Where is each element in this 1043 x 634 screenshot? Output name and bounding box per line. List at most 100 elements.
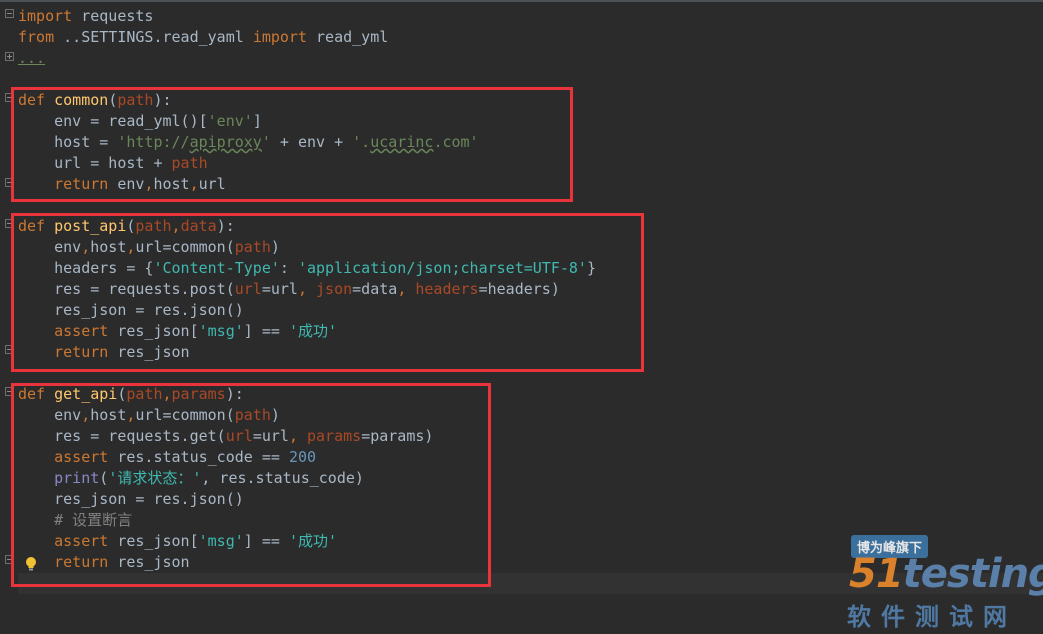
code-line-1[interactable]: import requests: [18, 6, 1043, 27]
code-text: host: [90, 238, 127, 256]
code-text: res = requests.post(: [18, 280, 235, 298]
code-text: ,: [162, 385, 172, 403]
code-text: url = host +: [18, 154, 172, 172]
code-text: ):: [153, 91, 172, 109]
watermark-brand-part: ing: [987, 551, 1043, 597]
code-line-18[interactable]: [18, 363, 1043, 384]
fold-marker-icon[interactable]: [5, 93, 14, 102]
code-text: res = requests.get(: [18, 427, 226, 445]
fold-marker-icon[interactable]: [5, 9, 14, 18]
code-line-4[interactable]: [18, 69, 1043, 90]
code-line-10[interactable]: [18, 195, 1043, 216]
keyword: assert: [54, 322, 109, 340]
code-text: + env +: [270, 133, 353, 151]
param-name: path: [117, 91, 154, 109]
string-literal: 'http://: [117, 133, 190, 151]
code-editor[interactable]: import requests from ..SETTINGS.read_yam…: [18, 6, 1043, 594]
param-name: params: [171, 385, 226, 403]
string-literal: '成功': [288, 322, 337, 340]
code-text: ,: [297, 280, 317, 298]
code-line-21[interactable]: res = requests.get(url=url, params=param…: [18, 426, 1043, 447]
string-literal: .com': [433, 133, 479, 151]
code-line-14[interactable]: res = requests.post(url=url, json=data, …: [18, 279, 1043, 300]
builtin-function: print: [54, 469, 100, 487]
code-line-11[interactable]: def post_api(path,data):: [18, 216, 1043, 237]
keyword: assert: [54, 448, 109, 466]
code-line-12[interactable]: env,host,url=common(path): [18, 237, 1043, 258]
code-text: ):: [225, 385, 244, 403]
code-text: read_yml: [307, 28, 389, 46]
code-line-16[interactable]: assert res_json['msg'] == '成功': [18, 321, 1043, 342]
code-text: , res.status_code): [201, 469, 364, 487]
param-name: path: [126, 385, 163, 403]
code-text: =url: [252, 427, 289, 445]
string-literal: '成功': [288, 532, 337, 550]
string-literal: 'Content-Type': [153, 259, 280, 277]
param-name: data: [180, 217, 217, 235]
code-text: =params): [361, 427, 434, 445]
keyword: return: [54, 175, 109, 193]
code-line-25[interactable]: # 设置断言: [18, 510, 1043, 531]
keyword: def: [18, 217, 46, 235]
code-line-24[interactable]: res_json = res.json(): [18, 489, 1043, 510]
code-text: res_json: [108, 343, 190, 361]
code-text: ,: [171, 217, 181, 235]
code-line-20[interactable]: env,host,url=common(path): [18, 405, 1043, 426]
code-text: }: [586, 259, 596, 277]
string-literal: ': [261, 133, 271, 151]
function-name: get_api: [54, 385, 118, 403]
code-line-7[interactable]: host = 'http://apiproxy' + env + '.ucari…: [18, 132, 1043, 153]
watermark-brand-part: 51: [849, 551, 904, 597]
fold-marker-icon[interactable]: [5, 555, 14, 564]
code-line-19[interactable]: def get_api(path,params):: [18, 384, 1043, 405]
code-text: ]: [252, 112, 262, 130]
keyword: def: [18, 91, 46, 109]
code-text: requests: [72, 7, 154, 25]
string-literal: ucarinc: [370, 133, 434, 151]
code-text: url=common(: [135, 406, 235, 424]
code-line-9[interactable]: return env,host,url: [18, 174, 1043, 195]
watermark-brand-part: test: [902, 551, 989, 597]
fold-marker-icon[interactable]: [5, 345, 14, 354]
code-line-13[interactable]: headers = {'Content-Type': 'application/…: [18, 258, 1043, 279]
fold-marker-icon[interactable]: [5, 178, 14, 187]
kwarg-name: url: [225, 427, 253, 445]
code-text: ,: [81, 238, 91, 256]
code-text: env: [18, 406, 82, 424]
code-line-6[interactable]: env = read_yml()['env']: [18, 111, 1043, 132]
code-text: res_json[: [108, 532, 199, 550]
code-text: res_json: [108, 553, 190, 571]
string-literal: 'msg': [198, 322, 244, 340]
code-text: res.status_code ==: [108, 448, 289, 466]
code-line-3[interactable]: ...: [18, 48, 1043, 69]
code-line-5[interactable]: def common(path):: [18, 90, 1043, 111]
code-text: host: [153, 175, 190, 193]
code-text: env: [18, 238, 82, 256]
code-text: =url: [261, 280, 298, 298]
code-text: ): [270, 406, 280, 424]
fold-marker-icon[interactable]: [5, 387, 14, 396]
code-text: env = read_yml()[: [18, 112, 208, 130]
code-line-22[interactable]: assert res.status_code == 200: [18, 447, 1043, 468]
number-literal: 200: [288, 448, 317, 466]
code-line-15[interactable]: res_json = res.json(): [18, 300, 1043, 321]
lightbulb-icon[interactable]: [24, 556, 38, 572]
fold-expand-icon[interactable]: [5, 52, 14, 61]
code-text: ,: [81, 406, 91, 424]
code-line-8[interactable]: url = host + path: [18, 153, 1043, 174]
watermark-brand: 51testing: [849, 551, 1043, 597]
code-line-23[interactable]: print('请求状态：', res.status_code): [18, 468, 1043, 489]
fold-marker-icon[interactable]: [5, 219, 14, 228]
folded-imports[interactable]: ...: [18, 49, 45, 67]
keyword: return: [54, 553, 109, 571]
code-text: host: [90, 406, 127, 424]
code-line-17[interactable]: return res_json: [18, 342, 1043, 363]
code-text: host =: [18, 133, 118, 151]
code-text: (: [108, 91, 118, 109]
code-text: ] ==: [243, 322, 289, 340]
code-text: env: [108, 175, 145, 193]
code-text: =headers): [478, 280, 560, 298]
code-line-2[interactable]: from ..SETTINGS.read_yaml import read_ym…: [18, 27, 1043, 48]
function-name: common: [54, 91, 109, 109]
code-comment: # 设置断言: [54, 511, 133, 529]
